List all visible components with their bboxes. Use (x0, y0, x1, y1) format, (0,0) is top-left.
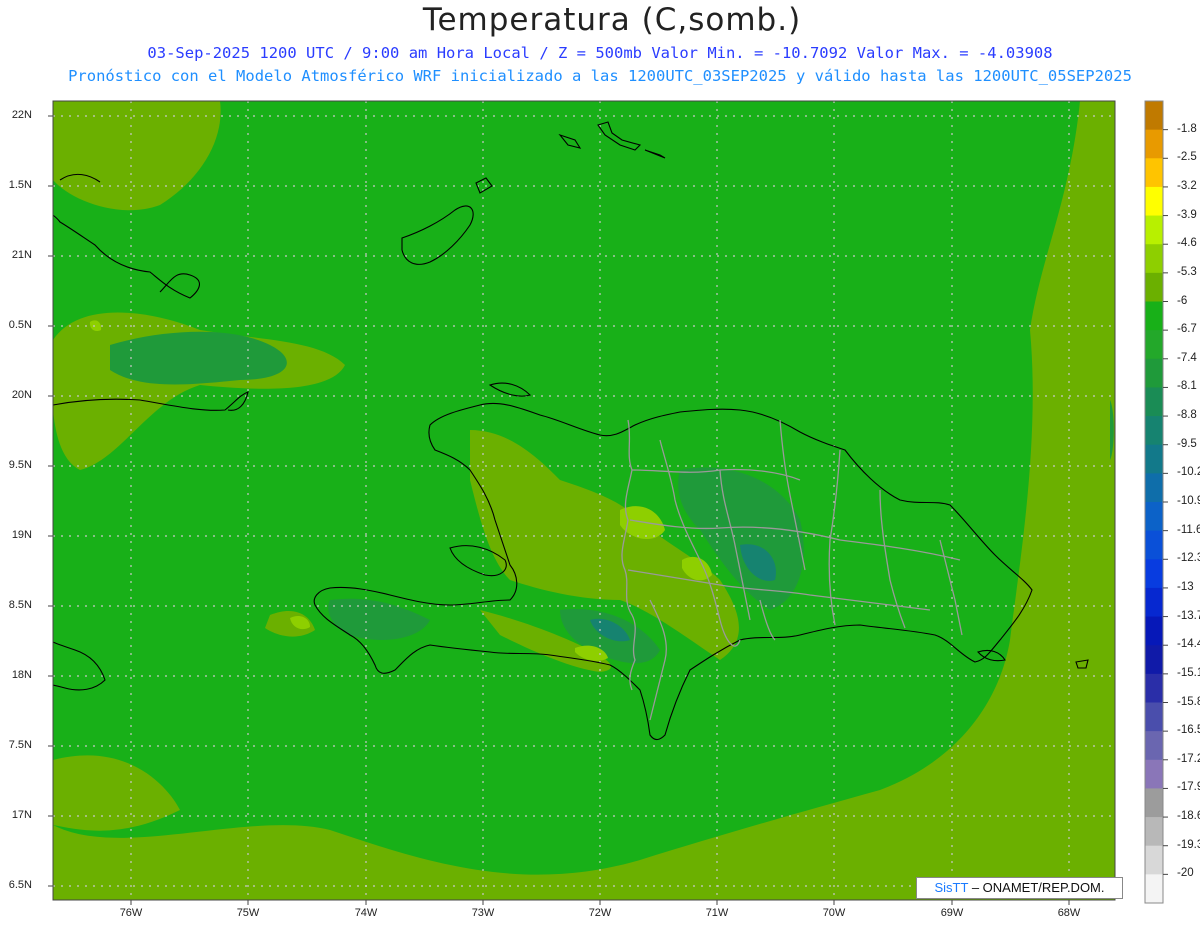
colorbar-swatch (1145, 244, 1163, 274)
lat-label-20-5n: 0.5N (8, 319, 32, 331)
colorbar-label: -4.6 (1177, 237, 1197, 250)
lat-label-19-5n: 9.5N (8, 459, 32, 471)
colorbar-label: -3.2 (1177, 179, 1197, 192)
colorbar-label: -18.6 (1177, 810, 1200, 823)
colorbar-label: -16.5 (1177, 724, 1200, 737)
colorbar-label: -17.2 (1177, 752, 1200, 765)
colorbar-label: -12.3 (1177, 552, 1200, 565)
lon-label-72w: 72W (588, 907, 612, 919)
colorbar-swatch (1145, 702, 1163, 732)
colorbar-label: -10.2 (1177, 466, 1200, 479)
lat-label-16-5n: 6.5N (8, 879, 32, 891)
colorbar-swatch (1145, 817, 1163, 847)
colorbar-swatch (1145, 473, 1163, 503)
colorbar-swatch (1145, 186, 1163, 217)
colorbar-label: -1.8 (1177, 122, 1197, 135)
lat-label-18n: 18N (11, 669, 32, 681)
credit-org: – ONAMET/REP.DOM. (971, 880, 1105, 895)
colorbar-label: -5.3 (1177, 265, 1197, 278)
lon-label-76w: 76W (119, 907, 143, 919)
temperature-map (48, 100, 1168, 905)
colorbar-swatch (1145, 330, 1163, 360)
colorbar-swatch (1145, 215, 1163, 245)
colorbar-swatch (1145, 788, 1163, 818)
colorbar-label: -6.7 (1177, 323, 1197, 336)
colorbar-label: -15.1 (1177, 666, 1200, 679)
colorbar-label: -7.4 (1177, 351, 1197, 364)
colorbar-label: -19.3 (1177, 838, 1200, 851)
lon-label-73w: 73W (471, 907, 495, 919)
colorbar-swatch (1145, 444, 1163, 474)
colorbar-label: -3.9 (1177, 208, 1197, 221)
colorbar (1144, 100, 1168, 904)
lon-label-70w: 70W (822, 907, 846, 919)
colorbar-swatch (1145, 616, 1163, 646)
colorbar-label: -15.8 (1177, 695, 1200, 708)
colorbar-swatch (1145, 301, 1163, 331)
colorbar-swatch (1145, 530, 1163, 560)
credit-box: SisTT – ONAMET/REP.DOM. (916, 877, 1123, 899)
lat-label-17-5n: 7.5N (8, 739, 32, 751)
colorbar-label: -2.5 (1177, 151, 1197, 164)
colorbar-swatch (1145, 731, 1163, 761)
colorbar-swatch (1145, 101, 1163, 131)
colorbar-label: -8.8 (1177, 409, 1197, 422)
lat-label-20n: 20N (11, 389, 32, 401)
colorbar-swatch (1145, 358, 1163, 388)
colorbar-label: -14.4 (1177, 638, 1200, 651)
shaded-field (53, 101, 1115, 900)
lon-label-68w: 68W (1057, 907, 1081, 919)
lon-label-71w: 71W (705, 907, 729, 919)
lat-label-17n: 17N (11, 809, 32, 821)
colorbar-swatch (1145, 645, 1163, 675)
colorbar-label: -13.7 (1177, 609, 1200, 622)
colorbar-swatch (1145, 158, 1163, 188)
credit-brand: SisTT (934, 880, 969, 895)
colorbar-swatch (1145, 559, 1163, 589)
colorbar-label: -6 (1177, 294, 1188, 307)
lat-label-21-5n: 1.5N (8, 179, 32, 191)
colorbar-label: -8.1 (1177, 380, 1197, 393)
lat-label-22n: 22N (11, 109, 32, 121)
lat-label-18-5n: 8.5N (8, 599, 32, 611)
colorbar-swatch (1145, 387, 1163, 417)
colorbar-swatch (1145, 129, 1163, 159)
lat-label-19n: 19N (11, 529, 32, 541)
colorbar-label: -13 (1177, 580, 1194, 593)
lat-label-21n: 21N (11, 249, 32, 261)
lon-label-69w: 69W (940, 907, 964, 919)
colorbar-swatch (1145, 845, 1163, 875)
colorbar-swatch (1145, 759, 1163, 789)
colorbar-swatch (1145, 673, 1163, 703)
colorbar-swatch (1145, 416, 1163, 446)
colorbar-swatch (1145, 874, 1163, 904)
colorbar-label: -20 (1177, 867, 1194, 880)
colorbar-swatch (1145, 502, 1163, 532)
colorbar-label: -17.9 (1177, 781, 1200, 794)
colorbar-swatch (1145, 272, 1163, 302)
lon-label-74w: 74W (354, 907, 378, 919)
colorbar-label: -9.5 (1177, 437, 1197, 450)
colorbar-label: -10.9 (1177, 495, 1200, 507)
colorbar-swatch (1145, 587, 1163, 618)
lon-label-75w: 75W (236, 907, 260, 919)
colorbar-label: -11.6 (1177, 523, 1200, 536)
